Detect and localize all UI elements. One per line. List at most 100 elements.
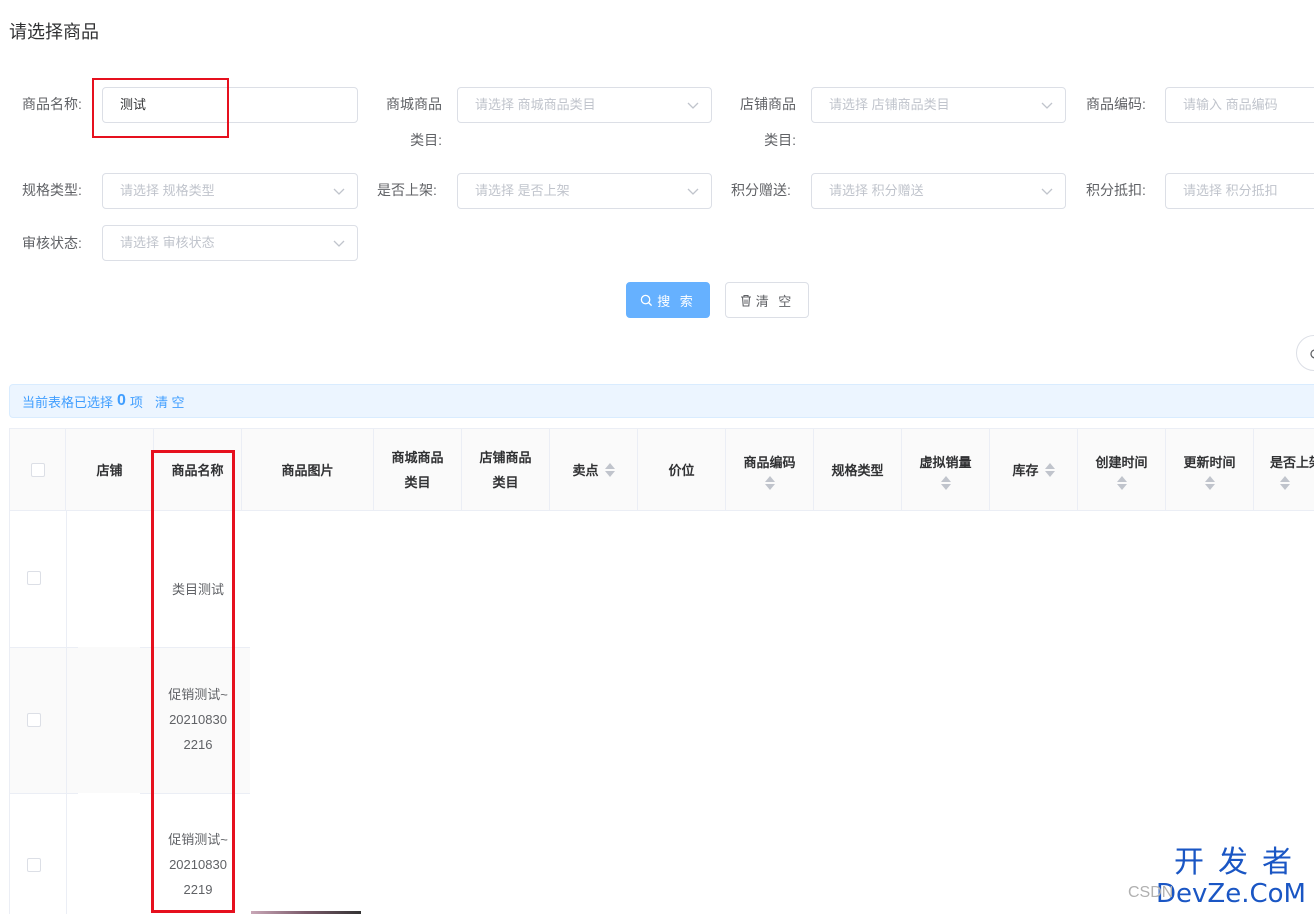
- refresh-button[interactable]: [1296, 335, 1314, 371]
- on-shelf-select[interactable]: 请选择 是否上架: [457, 173, 712, 209]
- chevron-down-icon: [1041, 188, 1053, 195]
- row-product-name-line: 2219: [183, 882, 213, 897]
- clear-button-label: 清 空: [755, 293, 795, 309]
- shop-category-placeholder: 请选择 店铺商品类目: [829, 97, 950, 112]
- mall-category-label: 商城商品 类目:: [376, 94, 442, 150]
- mall-category-label-line2: 类目:: [410, 132, 442, 148]
- product-name-label: 商品名称:: [22, 96, 82, 112]
- table-header: 店铺 商品名称 商品图片 商城商品 类目 店铺商品 类目 卖点 价位 商品编码 …: [10, 429, 1314, 511]
- sort-icon[interactable]: [1116, 475, 1127, 491]
- dialog-title: 请选择商品: [9, 22, 99, 42]
- header-product-image-label: 商品图片: [281, 462, 334, 478]
- select-all-checkbox[interactable]: [30, 463, 45, 477]
- header-updated-at-label: 更新时间: [1183, 454, 1236, 470]
- header-stock-label: 库存: [1012, 462, 1039, 478]
- header-mall-category-line2: 类目: [404, 475, 431, 490]
- chevron-down-icon: [687, 102, 699, 109]
- search-button[interactable]: 搜 索: [626, 282, 710, 318]
- selection-count: 0: [117, 392, 126, 409]
- shop-category-label-line2: 类目:: [764, 132, 796, 148]
- row-product-name-line: 20210830: [169, 712, 227, 727]
- points-gift-label: 积分赠送:: [731, 182, 791, 198]
- row-product-name-line: 促销测试~: [168, 832, 228, 847]
- product-code-input[interactable]: 请输入 商品编码: [1165, 87, 1314, 123]
- sort-icon[interactable]: [604, 462, 615, 478]
- audit-status-label: 审核状态:: [22, 235, 82, 251]
- mall-category-placeholder: 请选择 商城商品类目: [475, 97, 596, 112]
- row-product-name: 类目测试: [154, 577, 242, 602]
- row-divider: [140, 647, 250, 648]
- header-shop-category-line1: 店铺商品: [479, 450, 532, 465]
- header-stock[interactable]: 库存: [990, 429, 1078, 511]
- row-divider: [10, 793, 78, 794]
- search-icon: [640, 294, 653, 306]
- row-product-name-line: 类目测试: [171, 582, 224, 597]
- header-selling-point[interactable]: 卖点: [550, 429, 638, 511]
- spec-type-label: 规格类型:: [22, 182, 82, 198]
- row-checkbox[interactable]: [27, 858, 41, 872]
- header-product-name: 商品名称: [154, 429, 242, 511]
- header-shop-label: 店铺: [96, 462, 123, 478]
- audit-status-placeholder: 请选择 审核状态: [120, 235, 215, 250]
- shop-category-label-line1: 店铺商品: [740, 96, 796, 112]
- selection-alert: 当前表格已选择 0 项 清 空: [9, 384, 1314, 418]
- mall-category-select[interactable]: 请选择 商城商品类目: [457, 87, 712, 123]
- search-button-label: 搜 索: [657, 293, 696, 309]
- row-product-name-line: 2216: [183, 737, 213, 752]
- chevron-down-icon: [333, 188, 345, 195]
- sort-icon[interactable]: [1044, 462, 1055, 478]
- points-deduct-select[interactable]: 请选择 积分抵扣: [1165, 173, 1314, 209]
- sort-icon[interactable]: [1204, 475, 1215, 491]
- shop-category-label: 店铺商品 类目:: [730, 94, 796, 150]
- clear-button[interactable]: 清 空: [725, 282, 809, 318]
- refresh-icon: [1310, 349, 1314, 359]
- header-product-image: 商品图片: [242, 429, 374, 511]
- header-virtual-sales[interactable]: 虚拟销量: [902, 429, 990, 511]
- header-shop: 店铺: [66, 429, 154, 511]
- chevron-down-icon: [333, 240, 345, 247]
- on-shelf-placeholder: 请选择 是否上架: [475, 183, 570, 198]
- shop-category-select[interactable]: 请选择 店铺商品类目: [811, 87, 1066, 123]
- header-on-shelf[interactable]: 是否上架: [1254, 429, 1314, 511]
- spec-type-placeholder: 请选择 规格类型: [120, 183, 215, 198]
- header-mall-category-line1: 商城商品: [391, 450, 444, 465]
- spec-type-select[interactable]: 请选择 规格类型: [102, 173, 358, 209]
- header-spec-type-label: 规格类型: [831, 462, 884, 478]
- header-price-label: 价位: [668, 462, 695, 478]
- row-checkbox[interactable]: [27, 713, 41, 727]
- sort-icon[interactable]: [940, 475, 951, 491]
- row-checkbox[interactable]: [27, 571, 41, 585]
- watermark-top: 开发者: [1174, 845, 1306, 880]
- row-product-name: 促销测试~ 20210830 2219: [154, 827, 242, 902]
- sort-icon[interactable]: [1280, 475, 1290, 491]
- header-select-all: [10, 429, 66, 511]
- header-product-code[interactable]: 商品编码: [726, 429, 814, 511]
- header-shop-category: 店铺商品 类目: [462, 429, 550, 511]
- chevron-down-icon: [1041, 102, 1053, 109]
- header-spec-type: 规格类型: [814, 429, 902, 511]
- points-gift-placeholder: 请选择 积分赠送: [829, 183, 924, 198]
- row-product-name-line: 促销测试~: [168, 687, 228, 702]
- row-product-name-line: 20210830: [169, 857, 227, 872]
- row-divider: [140, 793, 250, 794]
- trash-icon: [740, 294, 751, 307]
- product-name-input[interactable]: 测试: [102, 87, 358, 123]
- mall-category-label-line1: 商城商品: [386, 96, 442, 112]
- header-mall-category: 商城商品 类目: [374, 429, 462, 511]
- column-divider: [66, 511, 67, 914]
- header-created-at[interactable]: 创建时间: [1078, 429, 1166, 511]
- points-deduct-label: 积分抵扣:: [1086, 182, 1146, 198]
- header-price: 价位: [638, 429, 726, 511]
- points-gift-select[interactable]: 请选择 积分赠送: [811, 173, 1066, 209]
- header-shop-category-line2: 类目: [492, 475, 519, 490]
- audit-status-select[interactable]: 请选择 审核状态: [102, 225, 358, 261]
- header-selling-point-label: 卖点: [572, 462, 599, 478]
- product-code-label: 商品编码:: [1086, 96, 1146, 112]
- row-product-name: 促销测试~ 20210830 2216: [154, 682, 242, 757]
- chevron-down-icon: [687, 188, 699, 195]
- header-updated-at[interactable]: 更新时间: [1166, 429, 1254, 511]
- product-table: 店铺 商品名称 商品图片 商城商品 类目 店铺商品 类目 卖点 价位 商品编码 …: [9, 428, 1314, 914]
- sort-icon[interactable]: [764, 475, 775, 491]
- header-created-at-label: 创建时间: [1095, 454, 1148, 470]
- selection-clear-link[interactable]: 清 空: [155, 392, 185, 411]
